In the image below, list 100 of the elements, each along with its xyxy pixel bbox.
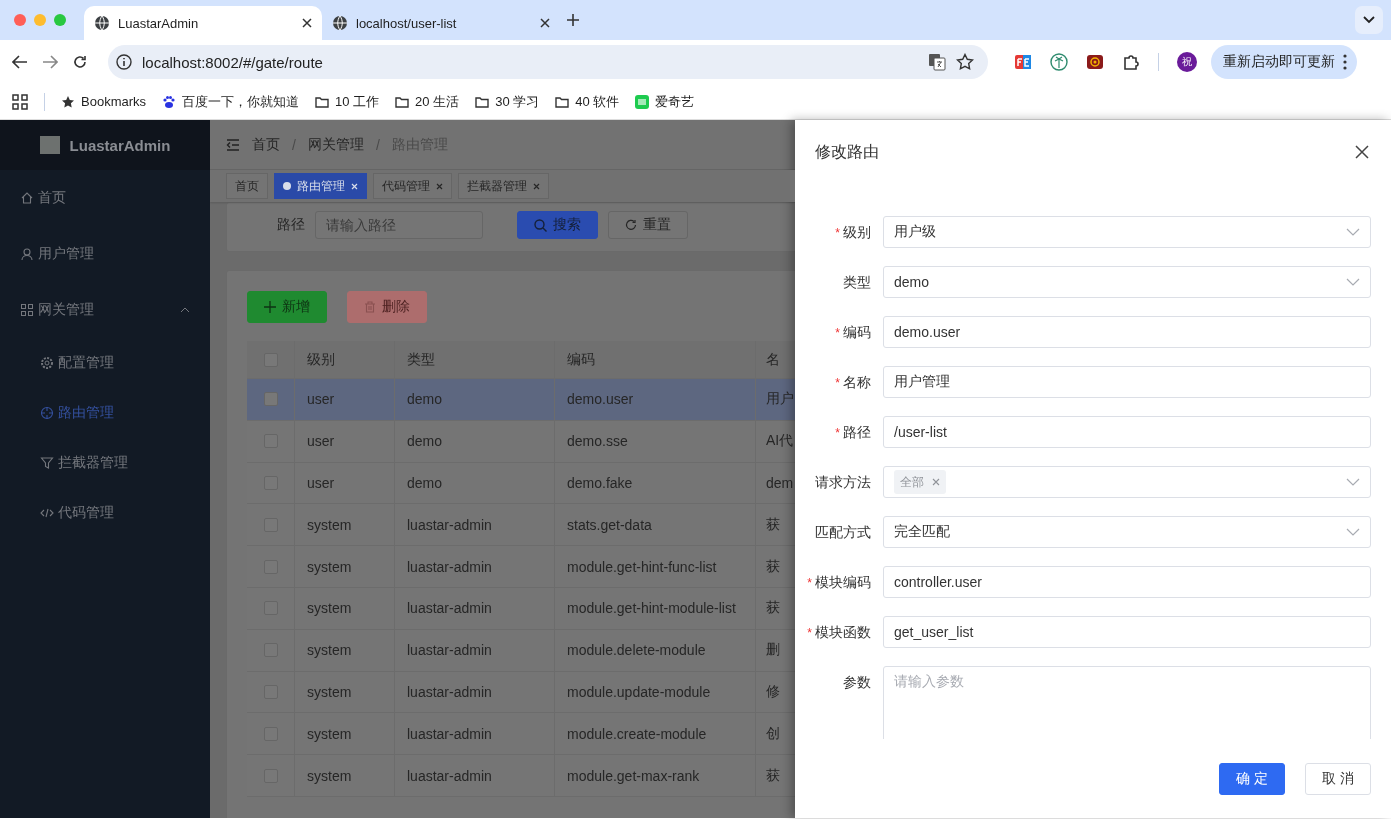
- sidebar-item[interactable]: 配置管理: [0, 338, 210, 388]
- select-field[interactable]: 用户级: [883, 216, 1371, 248]
- search-button[interactable]: 搜索: [517, 211, 598, 239]
- bookmark[interactable]: 爱奇艺: [635, 92, 695, 111]
- table-cell: luastar-admin: [395, 629, 555, 671]
- star-icon: [61, 94, 75, 109]
- confirm-button[interactable]: 确 定: [1219, 762, 1286, 795]
- extension-icon[interactable]: [1014, 53, 1032, 71]
- close-icon[interactable]: [302, 18, 312, 28]
- input-field[interactable]: demo.user: [883, 316, 1371, 348]
- input-field[interactable]: /user-list: [883, 416, 1371, 448]
- breadcrumb-item[interactable]: 网关管理: [307, 135, 364, 154]
- new-tab-icon[interactable]: [566, 13, 580, 27]
- forward-icon[interactable]: [42, 55, 58, 69]
- table-cell: luastar-admin: [395, 755, 555, 796]
- field-label: * 级别: [834, 223, 872, 242]
- bookmark[interactable]: 百度一下，你就知道: [162, 92, 300, 111]
- page-tab[interactable]: 代码管理: [373, 173, 452, 199]
- sidebar-item[interactable]: 代码管理: [0, 488, 210, 538]
- breadcrumb-separator: /: [292, 136, 296, 153]
- table-row[interactable]: user demo demo.sse AI代: [247, 420, 795, 463]
- input-field[interactable]: 用户管理: [883, 366, 1371, 398]
- input-field[interactable]: get_user_list: [883, 616, 1371, 648]
- reload-icon[interactable]: [72, 54, 88, 70]
- table-row[interactable]: system luastar-admin module.get-hint-func-list 获: [247, 546, 795, 588]
- status-dot: [283, 182, 291, 190]
- table-cell: demo: [395, 462, 555, 504]
- table-cell: module.update-module: [555, 671, 756, 713]
- home-icon: [20, 191, 34, 205]
- table-row[interactable]: system luastar-admin module.update-module 修: [247, 671, 795, 714]
- table-row[interactable]: user demo demo.user 用户: [247, 379, 795, 421]
- selected-tag[interactable]: 全部: [894, 470, 946, 494]
- table-row[interactable]: user demo demo.fake dem: [247, 462, 795, 505]
- browser-tab[interactable]: LuastarAdmin: [84, 6, 322, 40]
- table-cell: module.delete-module: [555, 629, 756, 671]
- apps-grid-icon[interactable]: [12, 93, 28, 110]
- table-cell: user: [295, 420, 395, 462]
- table-cell: luastar-admin: [395, 713, 555, 755]
- search-field[interactable]: 请输入路径: [315, 211, 483, 239]
- page-tab[interactable]: 路由管理: [274, 173, 367, 199]
- translate-icon[interactable]: [928, 53, 946, 71]
- search-icon: [534, 218, 547, 232]
- table-cell: module.get-hint-module-list: [555, 588, 756, 629]
- gear-icon: [40, 356, 54, 370]
- browser-tab[interactable]: localhost/user-list: [322, 6, 560, 40]
- bookmark[interactable]: 40 软件: [555, 92, 620, 111]
- back-icon[interactable]: [12, 55, 28, 69]
- table-cell: system: [295, 588, 395, 629]
- table-row[interactable]: system luastar-admin stats.get-data 获: [247, 504, 795, 547]
- table-row[interactable]: system luastar-admin module.delete-module 删: [247, 629, 795, 672]
- bookmark[interactable]: 30 学习: [475, 92, 540, 111]
- table-cell: user: [295, 379, 395, 420]
- text-area[interactable]: 请输入参数: [883, 666, 1371, 739]
- sidebar-item[interactable]: 路由管理: [0, 388, 210, 438]
- tab-search-button[interactable]: [1355, 6, 1383, 34]
- table-row[interactable]: system luastar-admin module.create-module 创: [247, 713, 795, 756]
- page-tab[interactable]: 首页: [226, 173, 268, 199]
- table-row[interactable]: system luastar-admin module.get-hint-module-list 获: [247, 588, 795, 630]
- table-cell: system: [295, 546, 395, 587]
- bookmark[interactable]: Bookmarks: [61, 94, 147, 109]
- reset-button[interactable]: 重置: [608, 211, 688, 239]
- address-bar[interactable]: localhost:8002/#/gate/route: [108, 45, 988, 79]
- close-icon[interactable]: [540, 18, 550, 28]
- chevron-down-icon: [1363, 16, 1375, 24]
- select-field[interactable]: demo: [883, 266, 1371, 298]
- star-icon[interactable]: [956, 53, 974, 71]
- extension-icon[interactable]: [1086, 53, 1104, 71]
- chevron-down-icon: [1346, 478, 1360, 486]
- checkbox[interactable]: [263, 392, 278, 407]
- update-button[interactable]: 重新启动即可更新: [1211, 45, 1357, 79]
- puzzle-icon[interactable]: [1122, 53, 1140, 71]
- globe-icon: [332, 15, 348, 31]
- table-row[interactable]: system luastar-admin module.get-max-rank 获: [247, 755, 795, 797]
- select-field[interactable]: 完全匹配: [883, 516, 1371, 548]
- field-label: * 编码: [834, 323, 872, 342]
- window-control-button[interactable]: [14, 14, 26, 26]
- more-icon: [1343, 54, 1347, 70]
- page-tab[interactable]: 拦截器管理: [458, 173, 549, 199]
- sidebar-item[interactable]: 拦截器管理: [0, 438, 210, 488]
- logo-image: [39, 136, 60, 154]
- table-cell: user: [295, 462, 395, 504]
- add-button[interactable]: 新增: [247, 291, 327, 323]
- trash-icon: [364, 301, 376, 313]
- sidebar-item[interactable]: 用户管理: [0, 226, 210, 282]
- close-button[interactable]: [1353, 143, 1371, 161]
- profile-avatar[interactable]: 祝: [1177, 52, 1197, 72]
- field-label: 请求方法: [814, 473, 872, 492]
- multi-select-field[interactable]: 全部: [883, 466, 1371, 498]
- cancel-button[interactable]: 取 消: [1305, 762, 1371, 795]
- breadcrumb-item[interactable]: 首页: [252, 135, 280, 154]
- palm-tree-icon[interactable]: [1050, 53, 1068, 71]
- table-cell: luastar-admin: [395, 546, 555, 587]
- bookmark[interactable]: 20 生活: [395, 92, 460, 111]
- sidebar-item[interactable]: 首页: [0, 170, 210, 226]
- input-field[interactable]: controller.user: [883, 566, 1371, 598]
- menu-fold-icon[interactable]: [226, 138, 240, 151]
- bookmark[interactable]: 10 工作: [315, 92, 380, 111]
- table-cell: demo.sse: [555, 420, 756, 462]
- table-cell: demo.user: [555, 379, 756, 420]
- sidebar-item[interactable]: 网关管理: [0, 282, 210, 338]
